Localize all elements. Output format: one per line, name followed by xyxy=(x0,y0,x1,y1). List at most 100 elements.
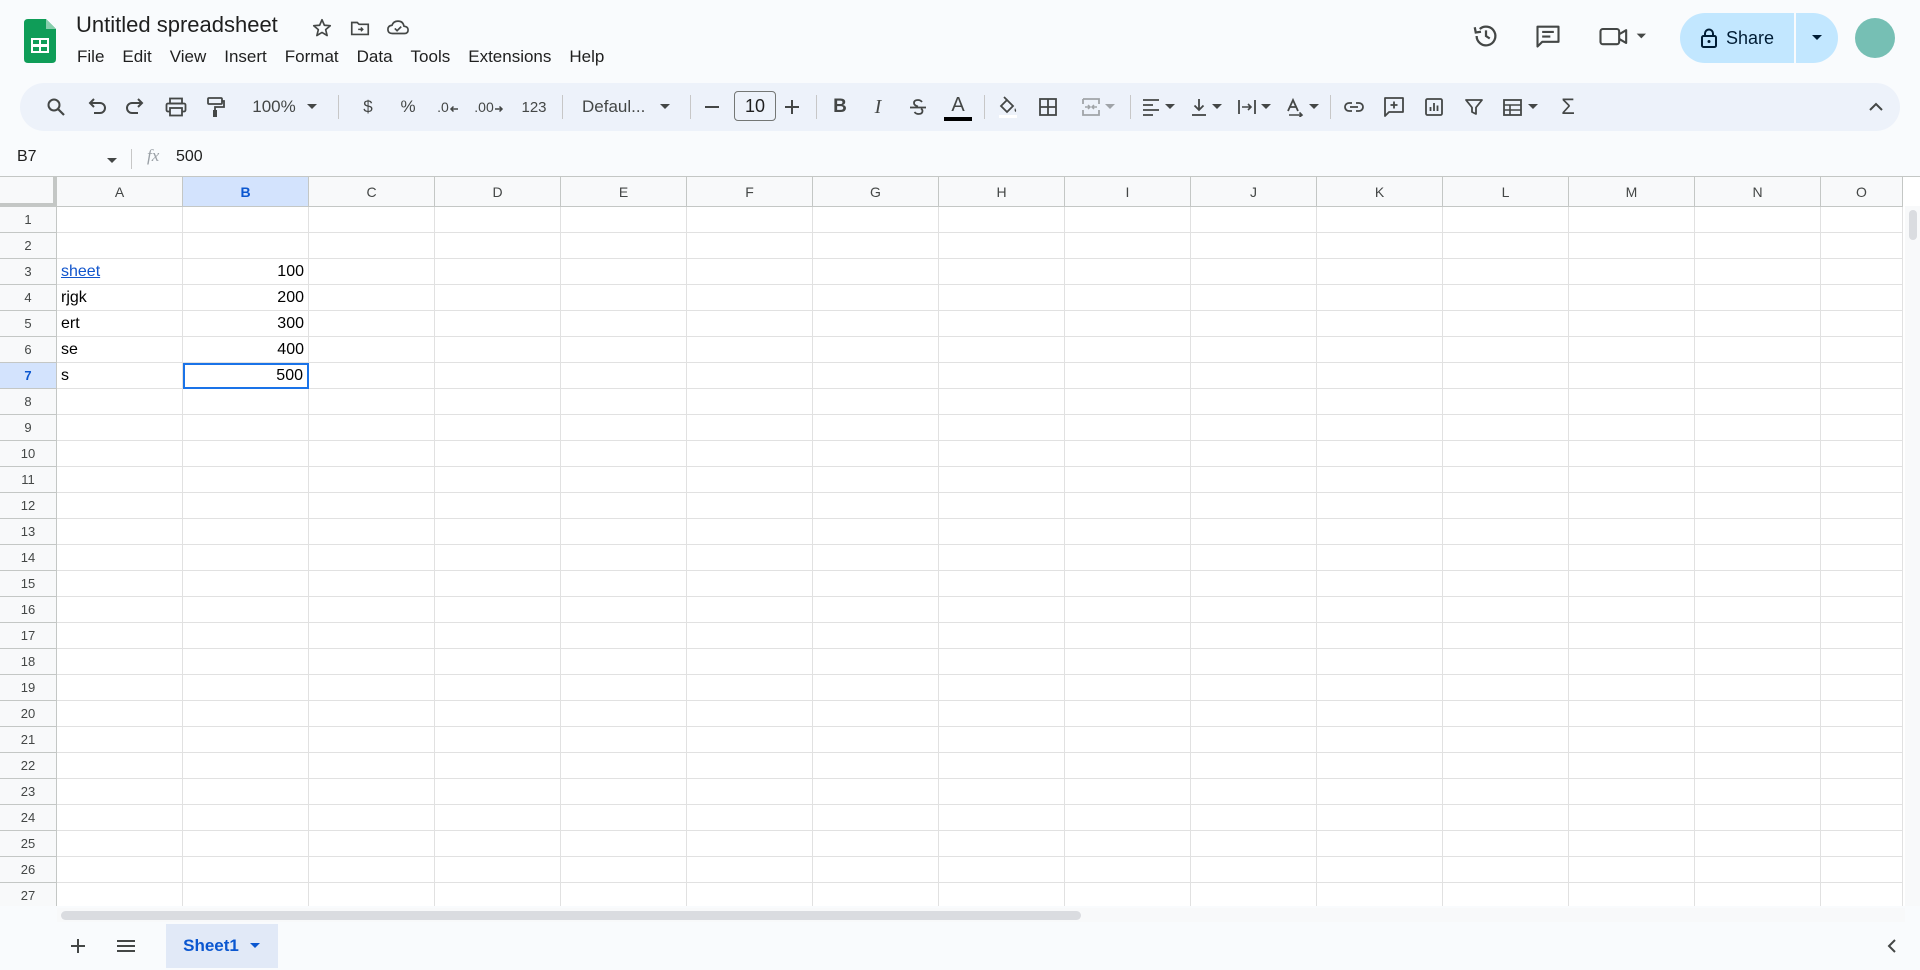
cell-e19[interactable] xyxy=(561,675,687,701)
text-rotation-button[interactable] xyxy=(1280,83,1324,131)
cell-m14[interactable] xyxy=(1569,545,1695,571)
cell-i3[interactable] xyxy=(1065,259,1191,285)
cell-f15[interactable] xyxy=(687,571,813,597)
column-header-c[interactable]: C xyxy=(309,177,435,207)
bold-button[interactable]: B xyxy=(822,83,858,131)
cell-k9[interactable] xyxy=(1317,415,1443,441)
cell-d19[interactable] xyxy=(435,675,561,701)
cell-k1[interactable] xyxy=(1317,207,1443,233)
cell-n24[interactable] xyxy=(1695,805,1821,831)
cell-n3[interactable] xyxy=(1695,259,1821,285)
cell-a19[interactable] xyxy=(57,675,183,701)
cell-d26[interactable] xyxy=(435,857,561,883)
cell-k23[interactable] xyxy=(1317,779,1443,805)
cell-d7[interactable] xyxy=(435,363,561,389)
cell-h4[interactable] xyxy=(939,285,1065,311)
cell-c17[interactable] xyxy=(309,623,435,649)
cell-b18[interactable] xyxy=(183,649,309,675)
cell-c21[interactable] xyxy=(309,727,435,753)
number-format-button[interactable]: 123 xyxy=(514,83,554,131)
cell-g24[interactable] xyxy=(813,805,939,831)
cell-c8[interactable] xyxy=(309,389,435,415)
cell-d1[interactable] xyxy=(435,207,561,233)
cell-l8[interactable] xyxy=(1443,389,1569,415)
cell-m20[interactable] xyxy=(1569,701,1695,727)
print-icon[interactable] xyxy=(158,83,194,131)
cell-o14[interactable] xyxy=(1821,545,1903,571)
cell-i9[interactable] xyxy=(1065,415,1191,441)
cell-d5[interactable] xyxy=(435,311,561,337)
column-header-n[interactable]: N xyxy=(1695,177,1821,207)
row-header-5[interactable]: 5 xyxy=(0,311,57,337)
cell-j25[interactable] xyxy=(1191,831,1317,857)
cell-l1[interactable] xyxy=(1443,207,1569,233)
cell-h5[interactable] xyxy=(939,311,1065,337)
cell-c19[interactable] xyxy=(309,675,435,701)
cell-m10[interactable] xyxy=(1569,441,1695,467)
column-header-g[interactable]: G xyxy=(813,177,939,207)
cell-l4[interactable] xyxy=(1443,285,1569,311)
cell-j8[interactable] xyxy=(1191,389,1317,415)
cell-i23[interactable] xyxy=(1065,779,1191,805)
cell-f24[interactable] xyxy=(687,805,813,831)
cell-l3[interactable] xyxy=(1443,259,1569,285)
cell-n21[interactable] xyxy=(1695,727,1821,753)
row-header-20[interactable]: 20 xyxy=(0,701,57,727)
zoom-select[interactable]: 100% xyxy=(242,83,328,131)
vertical-scroll-thumb[interactable] xyxy=(1909,210,1917,240)
cell-d18[interactable] xyxy=(435,649,561,675)
chevron-down-icon[interactable] xyxy=(106,152,118,170)
cell-n25[interactable] xyxy=(1695,831,1821,857)
document-title[interactable]: Untitled spreadsheet xyxy=(76,12,278,38)
cell-d13[interactable] xyxy=(435,519,561,545)
cell-j15[interactable] xyxy=(1191,571,1317,597)
cell-b22[interactable] xyxy=(183,753,309,779)
cell-j13[interactable] xyxy=(1191,519,1317,545)
cell-l25[interactable] xyxy=(1443,831,1569,857)
cell-m16[interactable] xyxy=(1569,597,1695,623)
cell-n15[interactable] xyxy=(1695,571,1821,597)
avatar[interactable] xyxy=(1855,18,1895,58)
row-header-22[interactable]: 22 xyxy=(0,753,57,779)
cell-f13[interactable] xyxy=(687,519,813,545)
cell-e20[interactable] xyxy=(561,701,687,727)
cell-b13[interactable] xyxy=(183,519,309,545)
decrease-font-size-button[interactable] xyxy=(694,83,730,131)
sheet-tab[interactable]: Sheet1 xyxy=(166,924,278,968)
cell-n12[interactable] xyxy=(1695,493,1821,519)
cell-k8[interactable] xyxy=(1317,389,1443,415)
cell-h2[interactable] xyxy=(939,233,1065,259)
cell-l11[interactable] xyxy=(1443,467,1569,493)
cell-o20[interactable] xyxy=(1821,701,1903,727)
cell-o4[interactable] xyxy=(1821,285,1903,311)
cell-c2[interactable] xyxy=(309,233,435,259)
cell-e24[interactable] xyxy=(561,805,687,831)
cell-a11[interactable] xyxy=(57,467,183,493)
cell-g20[interactable] xyxy=(813,701,939,727)
cell-h13[interactable] xyxy=(939,519,1065,545)
cell-b12[interactable] xyxy=(183,493,309,519)
cell-j5[interactable] xyxy=(1191,311,1317,337)
cell-g16[interactable] xyxy=(813,597,939,623)
cell-n7[interactable] xyxy=(1695,363,1821,389)
cell-k11[interactable] xyxy=(1317,467,1443,493)
menu-data[interactable]: Data xyxy=(348,44,402,70)
cell-l6[interactable] xyxy=(1443,337,1569,363)
cell-b5[interactable]: 300 xyxy=(183,311,309,337)
cell-e15[interactable] xyxy=(561,571,687,597)
cell-b17[interactable] xyxy=(183,623,309,649)
cell-c20[interactable] xyxy=(309,701,435,727)
cell-b2[interactable] xyxy=(183,233,309,259)
cell-a4[interactable]: rjgk xyxy=(57,285,183,311)
cell-n2[interactable] xyxy=(1695,233,1821,259)
insert-comment-button[interactable] xyxy=(1376,83,1412,131)
cell-j27[interactable] xyxy=(1191,883,1317,906)
cell-f7[interactable] xyxy=(687,363,813,389)
cell-n20[interactable] xyxy=(1695,701,1821,727)
row-header-23[interactable]: 23 xyxy=(0,779,57,805)
cell-c11[interactable] xyxy=(309,467,435,493)
cell-e3[interactable] xyxy=(561,259,687,285)
cell-g13[interactable] xyxy=(813,519,939,545)
cell-i8[interactable] xyxy=(1065,389,1191,415)
cell-f17[interactable] xyxy=(687,623,813,649)
